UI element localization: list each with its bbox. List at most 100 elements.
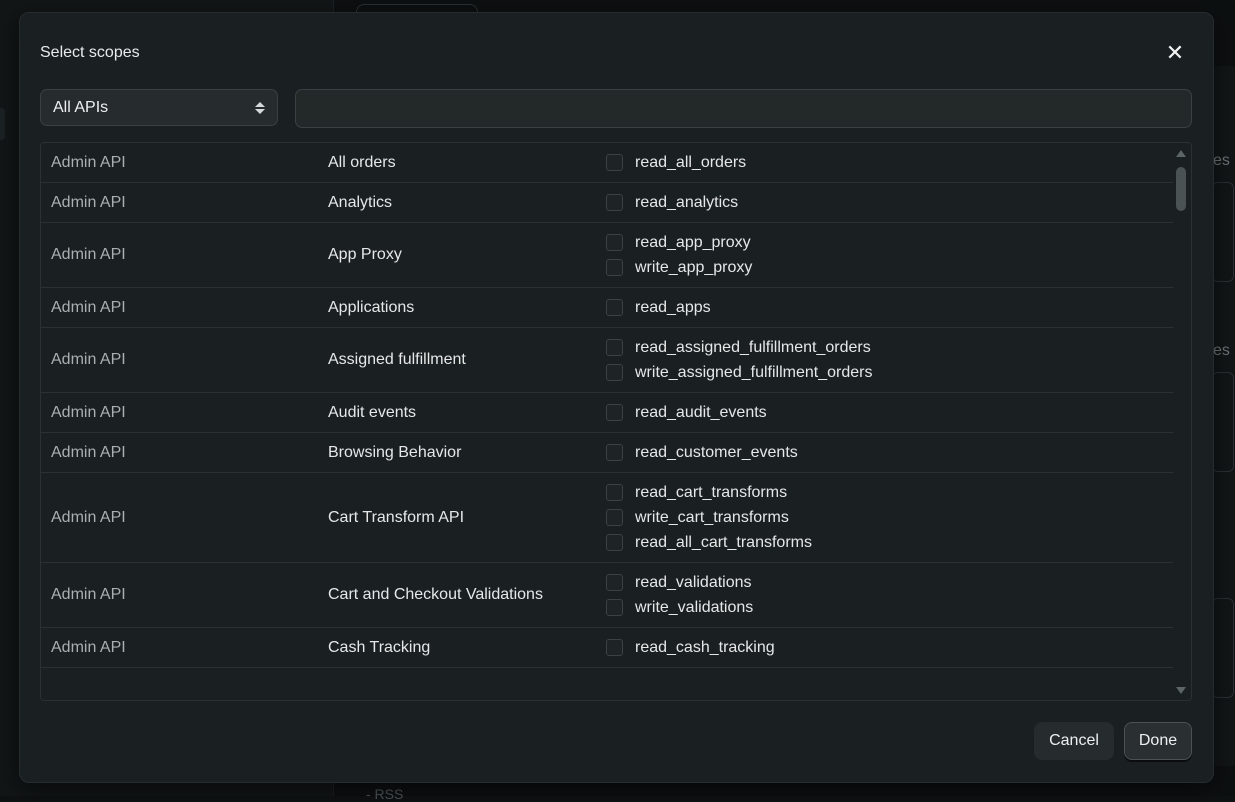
table-row: Admin APIBrowsing Behavior read_customer_… — [41, 433, 1173, 473]
scope-option[interactable]: read_audit_events — [606, 403, 1173, 422]
api-type-cell: Admin API — [41, 404, 319, 422]
scope-option[interactable]: read_cash_tracking — [606, 638, 1173, 657]
scope-checkbox[interactable] — [606, 534, 623, 551]
table-row: Admin APIAnalytics read_analytics — [41, 183, 1173, 223]
scope-label: write_validations — [635, 599, 753, 617]
scope-group-name: Analytics — [319, 194, 597, 212]
table-row: Admin APIAll orders read_all_orders — [41, 143, 1173, 183]
background-textarea — [1212, 372, 1234, 472]
scope-label: read_all_orders — [635, 154, 746, 172]
scope-option[interactable]: write_app_proxy — [606, 258, 1173, 277]
api-type-cell: Admin API — [41, 154, 319, 172]
scope-checkbox[interactable] — [606, 234, 623, 251]
api-filter-value: All APIs — [53, 99, 108, 117]
scope-checkbox[interactable] — [606, 404, 623, 421]
scope-group-name: Applications — [319, 299, 597, 317]
scope-option[interactable]: read_apps — [606, 298, 1173, 317]
scope-checkbox[interactable] — [606, 639, 623, 656]
scope-label: read_validations — [635, 574, 752, 592]
api-type-cell: Admin API — [41, 299, 319, 317]
table-row: Admin APIAudit events read_audit_events — [41, 393, 1173, 433]
api-type-cell: Admin API — [41, 194, 319, 212]
table-row: Admin APICash Tracking read_cash_tracking — [41, 628, 1173, 668]
scope-list: read_customer_events — [597, 433, 1173, 472]
scope-option[interactable]: read_all_cart_transforms — [606, 533, 1173, 552]
search-input[interactable] — [295, 89, 1192, 128]
table-row: Admin APIApp Proxyread_app_proxywrite_ap… — [41, 223, 1173, 288]
scope-checkbox[interactable] — [606, 509, 623, 526]
scope-group-name: Cash Tracking — [319, 639, 597, 657]
scroll-up-arrow-icon[interactable] — [1176, 150, 1186, 157]
background-text-fragment: es — [1213, 342, 1230, 360]
scope-option[interactable]: write_assigned_fulfillment_orders — [606, 363, 1173, 382]
scope-checkbox[interactable] — [606, 299, 623, 316]
scope-checkbox[interactable] — [606, 574, 623, 591]
background-sidebar-tab — [0, 108, 5, 140]
scopes-table[interactable]: Admin APIAll ordersread_all_ordersAdmin … — [40, 142, 1192, 701]
scope-checkbox[interactable] — [606, 194, 623, 211]
scope-group-name: Audit events — [319, 404, 597, 422]
select-scopes-modal: Select scopes ✕ All APIs Admin APIAll or… — [19, 12, 1214, 783]
api-type-cell: Admin API — [41, 444, 319, 462]
scope-label: read_assigned_fulfillment_orders — [635, 339, 871, 357]
scroll-down-arrow-icon[interactable] — [1176, 687, 1186, 694]
scope-option[interactable]: read_app_proxy — [606, 233, 1173, 252]
scope-option[interactable]: write_validations — [606, 598, 1173, 617]
scopes-table-body: Admin APIAll ordersread_all_ordersAdmin … — [41, 143, 1173, 668]
table-row: Admin APICart and Checkout Validationsre… — [41, 563, 1173, 628]
scope-list: read_cart_transforms write_cart_transform… — [597, 473, 1173, 562]
scope-checkbox[interactable] — [606, 484, 623, 501]
scope-group-name: Cart Transform API — [319, 509, 597, 527]
scope-group-name: App Proxy — [319, 246, 597, 264]
scroll-thumb[interactable] — [1176, 167, 1186, 211]
close-button[interactable]: ✕ — [1165, 43, 1185, 63]
scope-list: read_analytics — [597, 183, 1173, 222]
table-row: Admin APICart Transform APIread_cart_tra… — [41, 473, 1173, 563]
background-text-fragment: es — [1213, 152, 1230, 170]
scope-list: read_all_orders — [597, 143, 1173, 182]
api-type-cell: Admin API — [41, 351, 319, 369]
scope-option[interactable]: read_assigned_fulfillment_orders — [606, 338, 1173, 357]
api-type-cell: Admin API — [41, 639, 319, 657]
scope-list: read_validations write_validations — [597, 563, 1173, 627]
scope-list: read_audit_events — [597, 393, 1173, 432]
scope-label: read_app_proxy — [635, 234, 751, 252]
scope-group-name: All orders — [319, 154, 597, 172]
table-scrollbar[interactable] — [1171, 143, 1191, 700]
scope-label: read_all_cart_transforms — [635, 534, 812, 552]
api-filter-select[interactable]: All APIs — [40, 89, 278, 126]
scope-list: read_cash_tracking — [597, 628, 1173, 667]
scope-group-name: Cart and Checkout Validations — [319, 586, 597, 604]
close-icon: ✕ — [1166, 42, 1184, 64]
scope-checkbox[interactable] — [606, 444, 623, 461]
scope-group-name: Assigned fulfillment — [319, 351, 597, 369]
scope-option[interactable]: write_cart_transforms — [606, 508, 1173, 527]
scope-label: write_assigned_fulfillment_orders — [635, 364, 872, 382]
done-button[interactable]: Done — [1124, 722, 1192, 760]
scope-option[interactable]: read_analytics — [606, 193, 1173, 212]
scope-label: write_app_proxy — [635, 259, 752, 277]
scope-option[interactable]: read_all_orders — [606, 153, 1173, 172]
scope-list: read_app_proxy write_app_proxy — [597, 223, 1173, 287]
scope-checkbox[interactable] — [606, 599, 623, 616]
scope-label: read_cash_tracking — [635, 639, 775, 657]
scope-checkbox[interactable] — [606, 259, 623, 276]
scope-option[interactable]: read_validations — [606, 573, 1173, 592]
modal-title: Select scopes — [40, 44, 140, 62]
background-bottom-text: - RSS — [366, 786, 403, 802]
scope-checkbox[interactable] — [606, 154, 623, 171]
scope-option[interactable]: read_cart_transforms — [606, 483, 1173, 502]
cancel-button[interactable]: Cancel — [1034, 722, 1114, 760]
scope-option[interactable]: read_customer_events — [606, 443, 1173, 462]
scope-list: read_apps — [597, 288, 1173, 327]
scope-label: read_analytics — [635, 194, 738, 212]
scope-label: read_cart_transforms — [635, 484, 787, 502]
table-row: Admin APIApplications read_apps — [41, 288, 1173, 328]
scope-group-name: Browsing Behavior — [319, 444, 597, 462]
scope-label: read_customer_events — [635, 444, 798, 462]
table-row: Admin APIAssigned fulfillment read_assign… — [41, 328, 1173, 393]
scope-checkbox[interactable] — [606, 339, 623, 356]
scope-checkbox[interactable] — [606, 364, 623, 381]
scope-label: read_apps — [635, 299, 711, 317]
background-textarea — [1212, 182, 1234, 282]
